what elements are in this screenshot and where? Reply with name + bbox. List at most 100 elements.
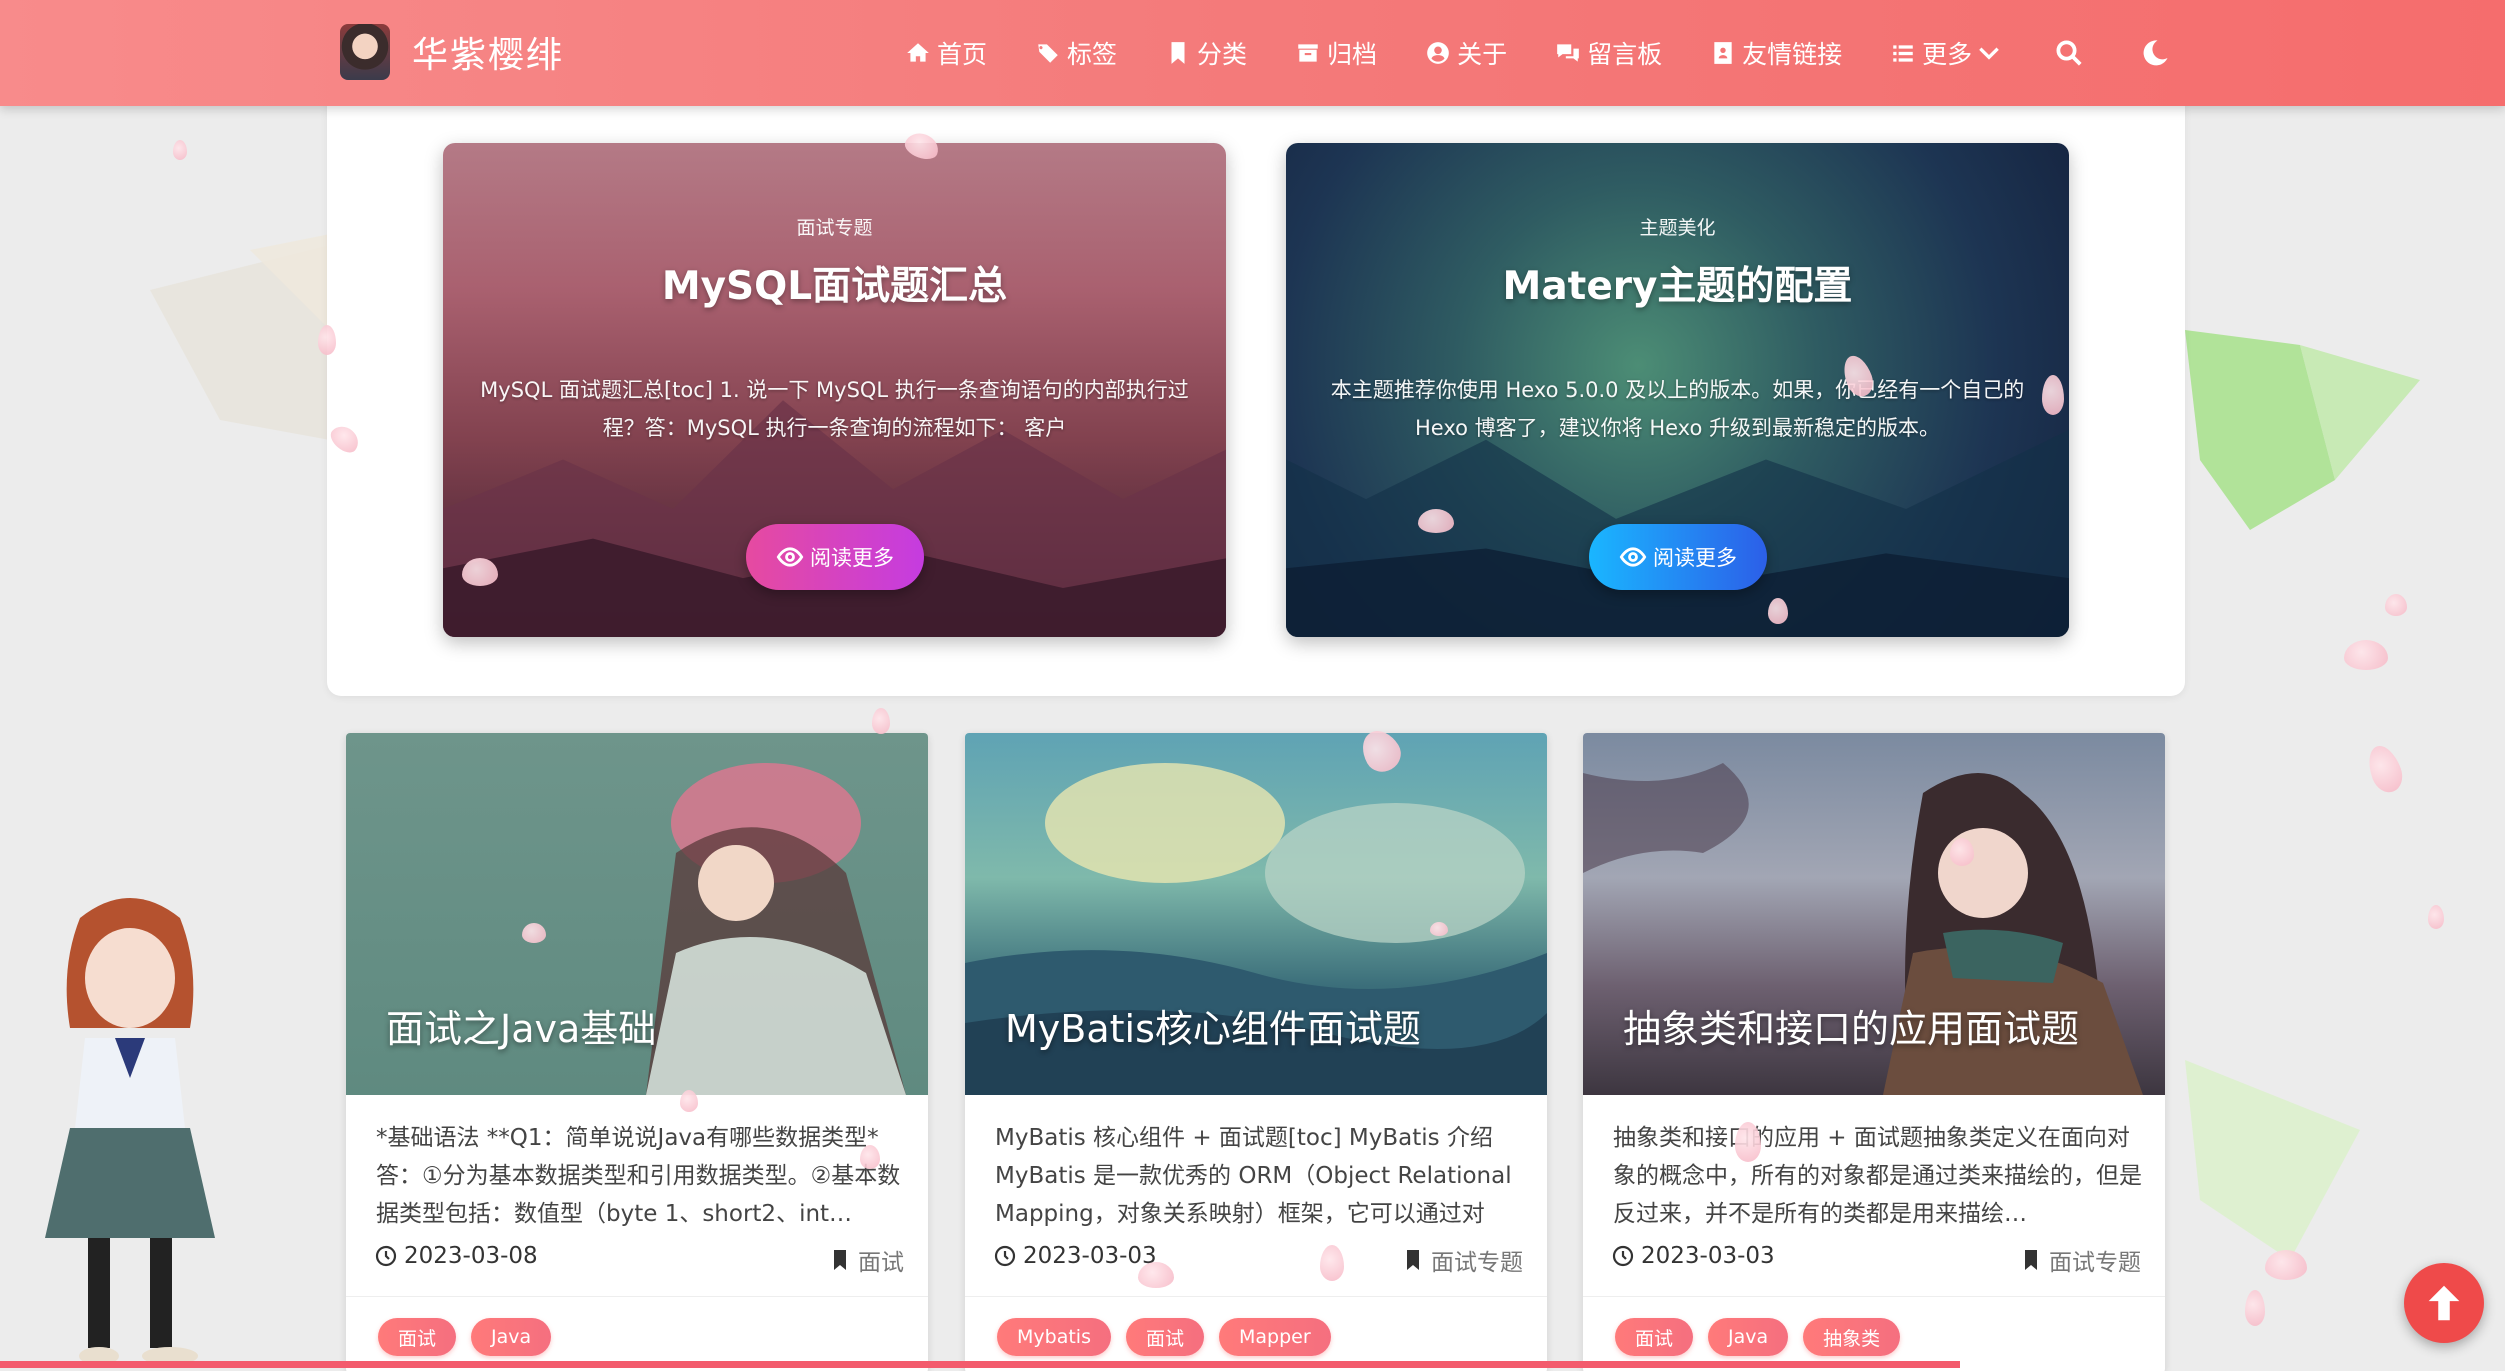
eye-icon [776, 547, 804, 567]
nav-label: 归档 [1327, 40, 1378, 69]
petal-decoration [2428, 905, 2444, 929]
nav-tags[interactable]: 标签 [1035, 35, 1117, 71]
petal-decoration [462, 558, 498, 586]
nav-categories[interactable]: 分类 [1165, 35, 1247, 71]
post-tag[interactable]: 面试 [378, 1318, 457, 1356]
post-tag[interactable]: Java [471, 1318, 552, 1356]
post-tag[interactable]: Mapper [1218, 1318, 1331, 1356]
petal-decoration [1138, 1262, 1174, 1288]
bookmark-icon [1407, 1250, 1419, 1270]
post-category-text: 面试专题 [2049, 1250, 2141, 1276]
post-tag[interactable]: 面试 [1125, 1318, 1204, 1356]
petal-decoration [2265, 1250, 2307, 1280]
clock-icon [1612, 1245, 1634, 1267]
read-more-button[interactable]: 阅读更多 [746, 524, 924, 590]
post-meta: 2023-03-03 面试专题 [993, 1243, 1523, 1279]
nav-home[interactable]: 首页 [905, 35, 987, 71]
nav-label: 更多 [1922, 40, 1973, 69]
petal-decoration [522, 923, 546, 943]
post-date-text: 2023-03-03 [1641, 1243, 1775, 1269]
nav-label: 首页 [937, 40, 988, 69]
petal-decoration [1320, 1245, 1344, 1281]
petal-decoration [860, 1145, 880, 1169]
featured-title[interactable]: Matery主题的配置 [1286, 255, 2069, 311]
post-summary: *基础语法 **Q1：简单说说Java有哪些数据类型* 答：①分为基本数据类型和… [376, 1125, 901, 1227]
scroll-progress-bar [0, 1361, 1960, 1368]
nav-more[interactable]: 更多 [1890, 35, 2002, 71]
read-more-button[interactable]: 阅读更多 [1589, 524, 1767, 590]
featured-card[interactable]: 面试专题 MySQL面试题汇总 MySQL 面试题汇总[toc] 1. 说一下 … [443, 143, 1226, 637]
post-date: 2023-03-08 [374, 1243, 538, 1269]
main-nav: 首页 标签 分类 归档 关于 留言板 友情链接 更多 [905, 0, 2224, 106]
petal-decoration [2042, 375, 2064, 415]
post-category[interactable]: 面试专题 [2019, 1243, 2141, 1277]
featured-summary: 本主题推荐你使用 Hexo 5.0.0 及以上的版本。如果，你已经有一个自己的 … [1330, 378, 2025, 440]
post-tag[interactable]: 抽象类 [1803, 1318, 1901, 1356]
divider [1583, 1296, 2165, 1297]
post-meta: 2023-03-08 面试 [374, 1243, 904, 1279]
mascot-character[interactable] [20, 878, 240, 1371]
post-cover[interactable]: MyBatis核心组件面试题 [965, 733, 1547, 1095]
address-book-icon [1714, 42, 1732, 64]
post-category[interactable]: 面试专题 [1401, 1243, 1523, 1277]
tags-icon [1038, 44, 1058, 63]
featured-category: 主题美化 [1639, 217, 1716, 239]
clock-icon [994, 1245, 1016, 1267]
archive-icon [1298, 44, 1318, 62]
bookmark-icon [834, 1250, 846, 1270]
post-date: 2023-03-03 [1611, 1243, 1775, 1269]
petal-decoration [318, 325, 336, 355]
post-category-text: 面试专题 [1431, 1250, 1523, 1276]
post-cover[interactable]: 面试之Java基础 [346, 733, 928, 1095]
nav-about[interactable]: 关于 [1425, 35, 1507, 71]
petal-decoration [173, 140, 187, 160]
petal-decoration [1430, 922, 1448, 936]
post-summary: MyBatis 核心组件 + 面试题[toc] MyBatis 介绍MyBati… [995, 1125, 1512, 1227]
featured-card[interactable]: 主题美化 Matery主题的配置 本主题推荐你使用 Hexo 5.0.0 及以上… [1286, 143, 2069, 637]
petal-decoration [680, 1090, 698, 1112]
nav-friend-links[interactable]: 友情链接 [1710, 35, 1842, 71]
post-title[interactable]: MyBatis核心组件面试题 [1005, 998, 1421, 1053]
site-header: 华紫樱绯 首页 标签 分类 归档 关于 留言板 友情链接 更多 [0, 0, 2505, 106]
post-card[interactable]: 面试之Java基础 *基础语法 **Q1：简单说说Java有哪些数据类型* 答：… [346, 733, 928, 1371]
post-tag[interactable]: Mybatis [997, 1318, 1111, 1356]
post-card[interactable]: 抽象类和接口的应用面试题 抽象类和接口的应用 + 面试题抽象类定义在面向对象的概… [1583, 733, 2165, 1371]
post-meta: 2023-03-03 面试专题 [1611, 1243, 2141, 1279]
post-tag[interactable]: Java [1708, 1318, 1789, 1356]
post-tag[interactable]: 面试 [1615, 1318, 1694, 1356]
petal-decoration [2344, 640, 2388, 670]
nav-label: 友情链接 [1742, 40, 1843, 69]
featured-title[interactable]: MySQL面试题汇总 [443, 255, 1226, 311]
moon-icon [2143, 40, 2168, 66]
site-title: 华紫樱绯 [412, 35, 565, 76]
petal-decoration [1418, 509, 1454, 533]
nav-label: 标签 [1067, 40, 1118, 69]
post-category[interactable]: 面试 [828, 1243, 904, 1277]
post-tags: Mybatis 面试 Mapper [997, 1318, 1346, 1356]
featured-category: 面试专题 [796, 217, 873, 239]
comments-icon [1557, 44, 1579, 62]
post-tags: 面试 Java [378, 1318, 566, 1356]
nav-archive[interactable]: 归档 [1295, 35, 1377, 71]
search-button[interactable] [2054, 38, 2090, 68]
post-date-text: 2023-03-08 [404, 1243, 538, 1269]
search-icon [2056, 40, 2082, 66]
featured-summary: MySQL 面试题汇总[toc] 1. 说一下 MySQL 执行一条查询语句的内… [480, 378, 1189, 440]
post-summary: 抽象类和接口的应用 + 面试题抽象类定义在面向对象的概念中，所有的对象都是通过类… [1613, 1125, 2142, 1227]
petal-decoration [1768, 598, 1788, 624]
nav-label: 留言板 [1587, 40, 1663, 69]
post-card[interactable]: MyBatis核心组件面试题 MyBatis 核心组件 + 面试题[toc] M… [965, 733, 1547, 1371]
eye-icon [1619, 547, 1647, 567]
arrow-up-icon [2428, 1285, 2460, 1321]
divider [346, 1296, 928, 1297]
nav-label: 分类 [1197, 40, 1248, 69]
back-to-top-button[interactable] [2404, 1263, 2484, 1343]
post-title[interactable]: 面试之Java基础 [386, 998, 656, 1053]
divider [965, 1296, 1547, 1297]
petal-decoration [2385, 594, 2407, 616]
theme-toggle-button[interactable] [2140, 38, 2176, 68]
post-title[interactable]: 抽象类和接口的应用面试题 [1623, 998, 2079, 1053]
nav-guestbook[interactable]: 留言板 [1555, 35, 1662, 71]
site-brand[interactable]: 华紫樱绯 [340, 24, 564, 80]
post-cover[interactable]: 抽象类和接口的应用面试题 [1583, 733, 2165, 1095]
